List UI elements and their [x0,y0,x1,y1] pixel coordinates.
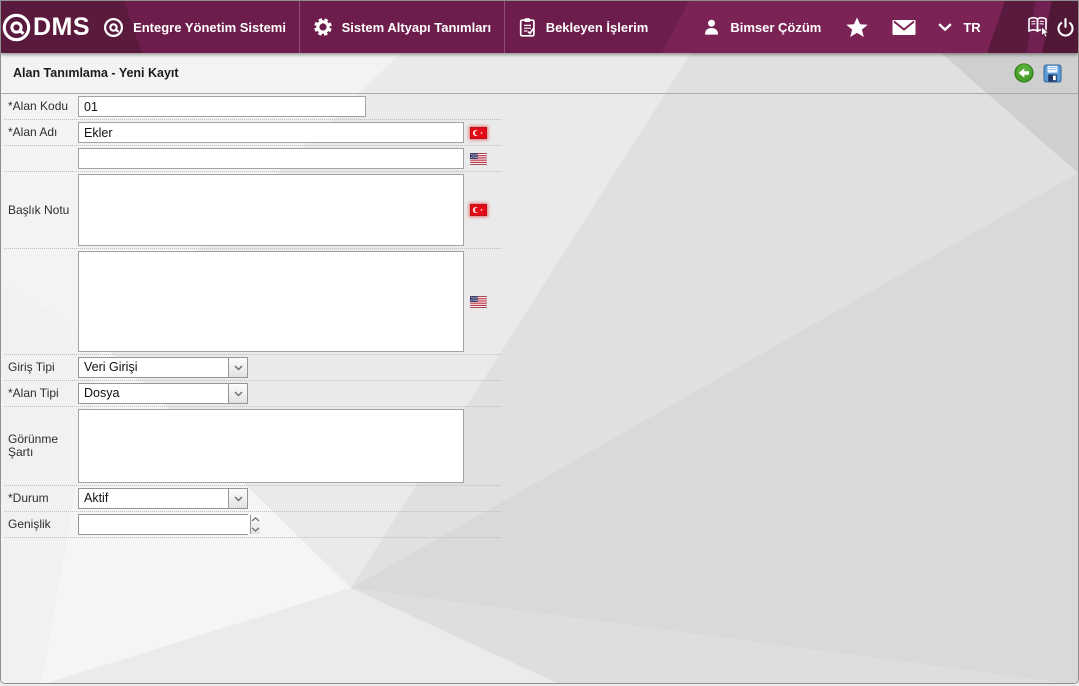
power-button[interactable] [1053,1,1078,53]
select-value: Veri Girişi [84,360,138,374]
alan-tipi-select[interactable]: Dosya [78,383,248,404]
field-label: Giriş Tipi [8,360,55,374]
gorunme-sarti-textarea[interactable] [78,409,464,483]
chevron-down-icon[interactable] [228,358,247,377]
clipboard-check-icon [518,17,537,38]
alan-adi-input-en[interactable] [78,148,464,169]
person-icon [702,18,721,37]
page-title: Alan Tanımlama - Yeni Kayıt [13,66,179,80]
field-label: Genişlik [8,517,51,531]
form-row-baslik-notu-tr: Başlık Notu [4,172,501,249]
alan-kodu-input[interactable] [78,96,366,117]
flag-tr-icon [470,126,487,139]
help-button[interactable] [1025,1,1053,53]
genislik-spinner [78,514,260,535]
spinner-up-icon[interactable] [251,515,260,525]
save-button[interactable] [1043,64,1062,83]
spinner-down-icon[interactable] [251,525,260,535]
back-icon [1014,63,1034,83]
language-label: TR [963,19,981,35]
nav-item-sistem-altyapi-tanimlari[interactable]: Sistem Altyapı Tanımları [300,1,505,53]
form-row-alan-adi-en [4,146,501,172]
field-label: Başlık Notu [8,202,70,217]
language-selector[interactable]: TR [928,20,990,35]
nav-label: Entegre Yönetim Sistemi [133,19,286,35]
chevron-down-icon[interactable] [228,489,247,508]
chevron-down-icon [938,23,952,32]
form-row-giris-tipi: Giriş Tipi Veri Girişi [4,355,501,381]
qdms-logo[interactable]: DMS [1,1,90,53]
mail-icon [891,18,917,37]
field-label: *Alan Kodu [8,99,69,113]
field-label: *Alan Tipi [8,386,59,400]
nav-item-bekleyen-islerim[interactable]: Bekleyen İşlerim [505,1,662,53]
genislik-input[interactable] [79,515,250,534]
baslik-notu-textarea-tr[interactable] [78,174,464,246]
favorites-button[interactable] [834,1,880,53]
form-row-alan-adi-tr: *Alan Adı [4,120,501,146]
flag-us-icon [470,295,487,308]
help-book-icon [1025,14,1053,40]
flag-tr-icon [470,204,487,216]
giris-tipi-select[interactable]: Veri Girişi [78,357,248,378]
chevron-down-icon[interactable] [228,384,247,403]
gear-icon [313,17,333,37]
mail-button[interactable] [880,1,928,53]
back-button[interactable] [1014,63,1034,83]
form-row-alan-tipi: *Alan Tipi Dosya [4,381,501,407]
alan-adi-input-tr[interactable] [78,122,464,143]
form-row-durum: *Durum Aktif [4,486,501,512]
field-label: Görünme Şartı [8,432,59,459]
nav-label: Bekleyen İşlerim [545,19,649,35]
page-title-bar: Alan Tanımlama - Yeni Kayıt [1,53,1078,94]
nav-label: Sistem Altyapı Tanımları [341,19,492,35]
field-label: *Durum [8,491,49,505]
flag-us-icon [470,152,487,165]
star-icon [845,16,869,39]
content-area: Alan Tanımlama - Yeni Kayıt *Alan Kodu 0… [1,53,1078,683]
field-label: *Alan Adı [8,125,58,139]
form-row-gorunme-sarti: Görünme Şartı [4,407,501,486]
baslik-notu-textarea-en[interactable] [78,251,464,352]
qdms-logo-icon [1,12,32,43]
select-value: Aktif [84,491,109,505]
nav-item-bimser-cozum[interactable]: Bimser Çözüm [689,1,834,53]
app-window: DMS Entegre Yönetim Sistemi Sistem Altya… [0,0,1079,684]
nav-label: Bimser Çözüm [730,19,822,35]
alan-tanimlama-form: *Alan Kodu *Alan Adı [4,94,501,538]
durum-select[interactable]: Aktif [78,488,248,509]
form-row-baslik-notu-en [4,249,501,355]
nav-item-entegre-yonetim-sistemi[interactable]: Entegre Yönetim Sistemi [90,1,299,53]
form-row-alan-kodu: *Alan Kodu [4,94,501,120]
top-navigation-bar: DMS Entegre Yönetim Sistemi Sistem Altya… [1,1,1078,53]
select-value: Dosya [84,386,120,400]
qdms-logo-text: DMS [33,12,91,41]
qdms-circle-icon [103,17,124,38]
power-icon [1055,17,1076,38]
form-row-genislik: Genişlik [4,512,501,538]
save-icon [1043,64,1062,82]
